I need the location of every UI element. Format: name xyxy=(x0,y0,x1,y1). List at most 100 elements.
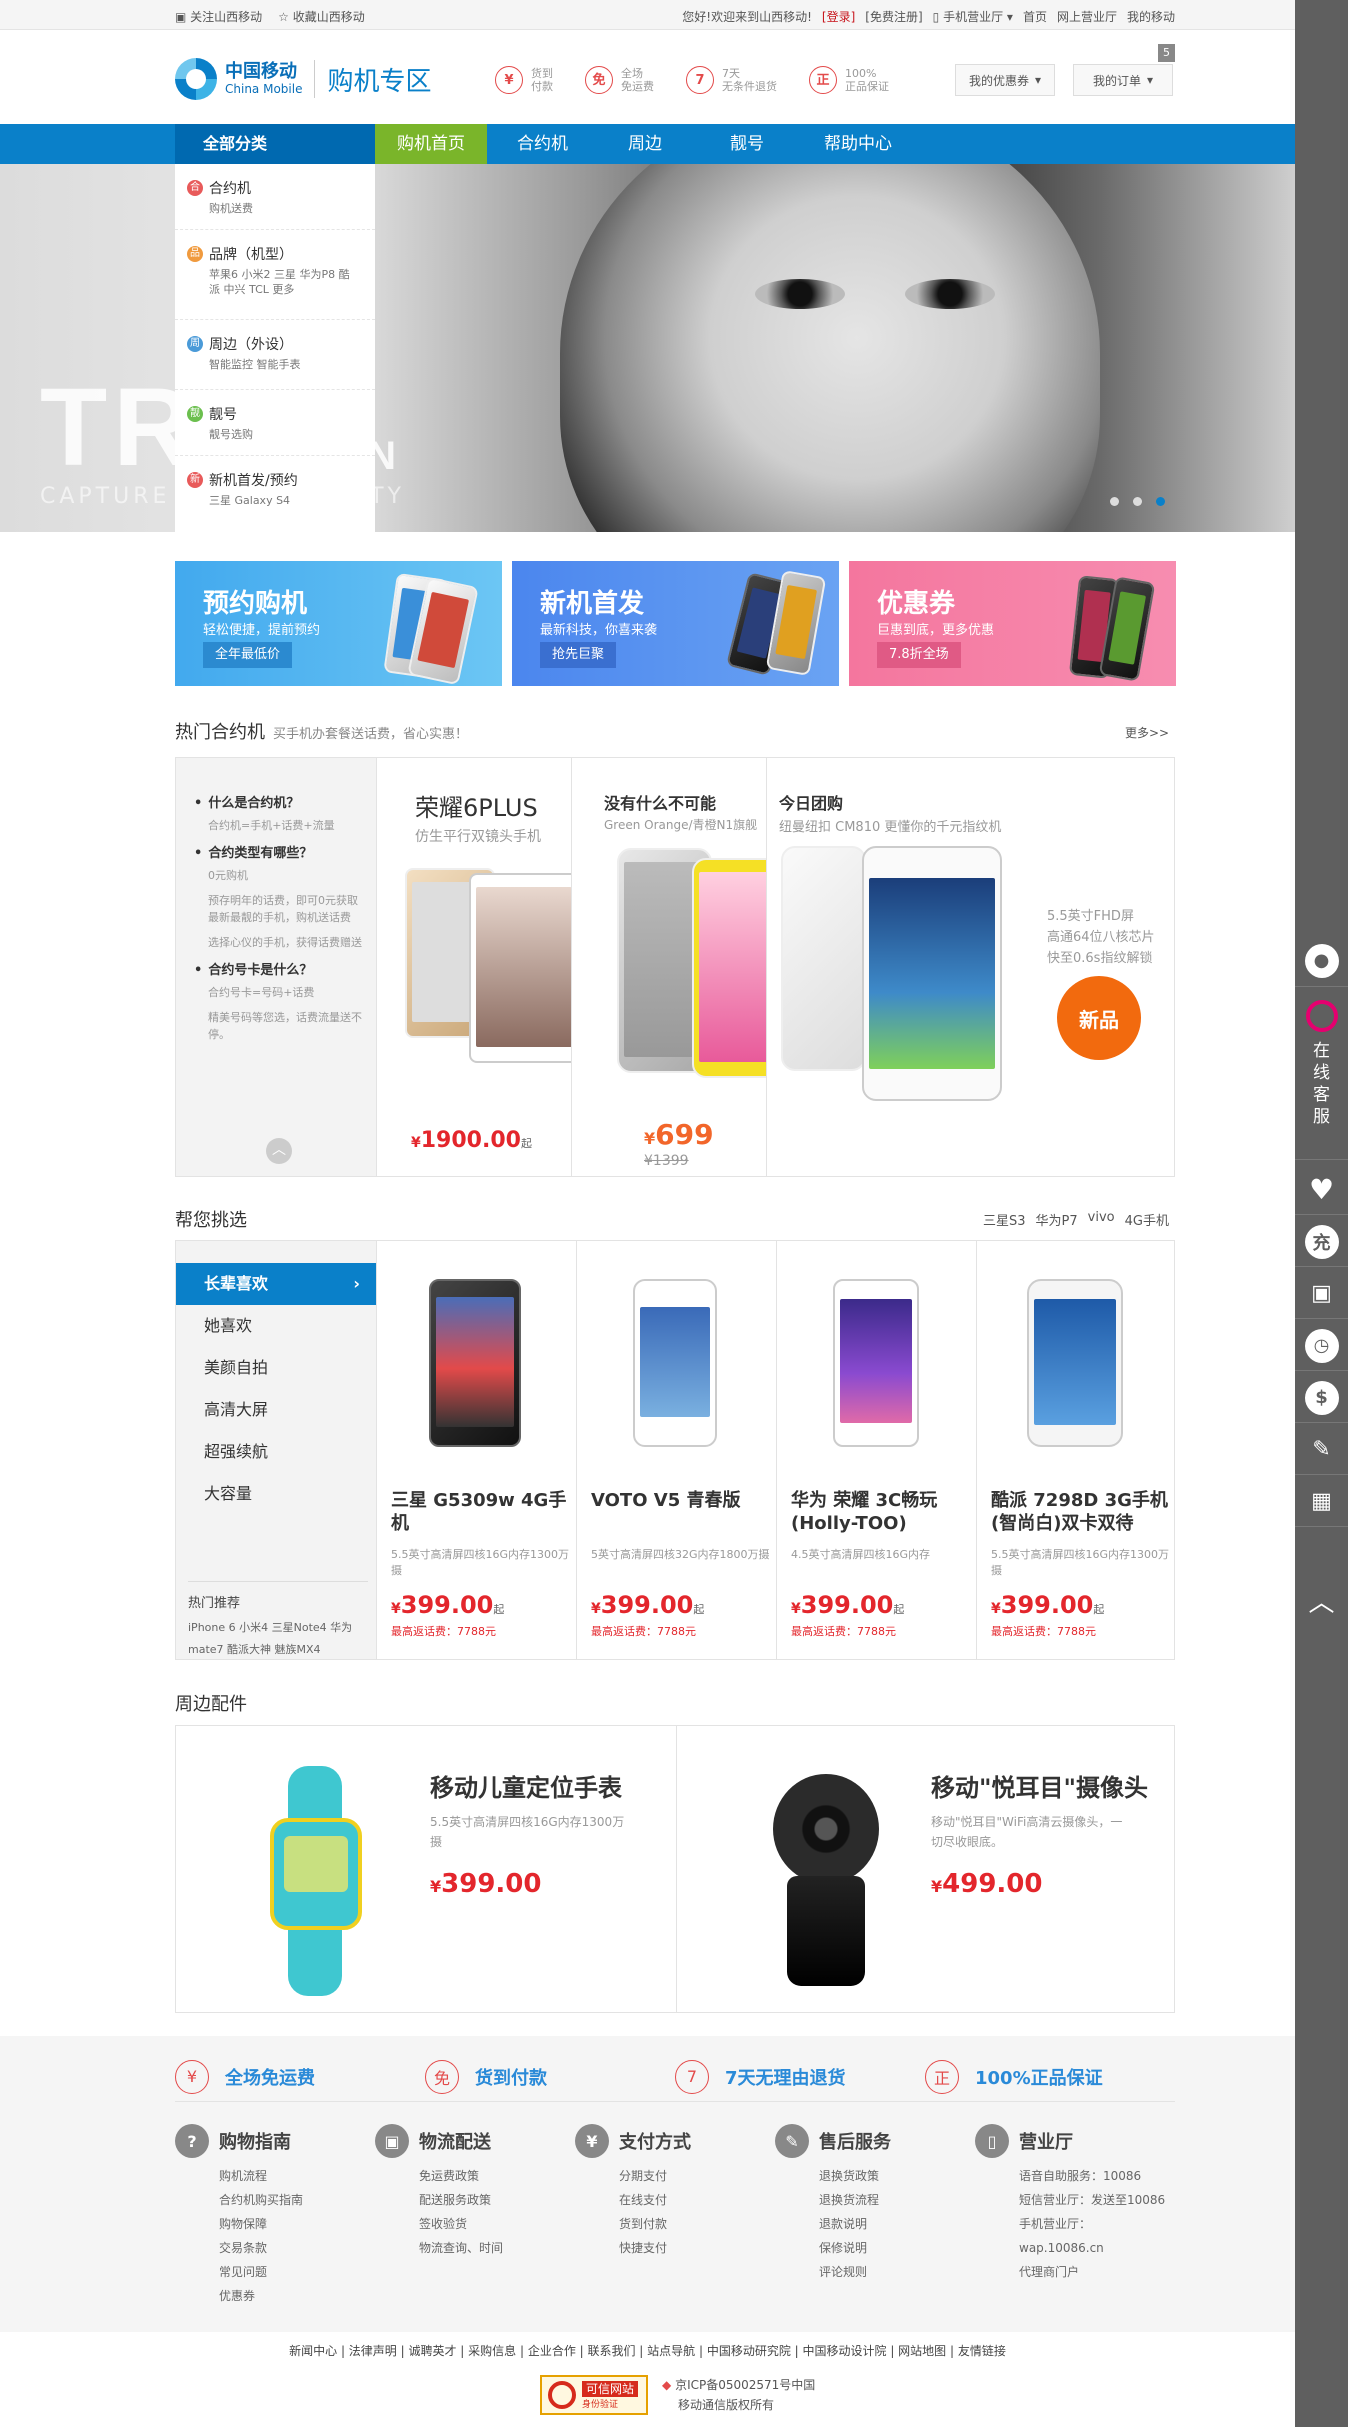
help-link[interactable]: 分期支付 xyxy=(619,2164,775,2188)
nav-help[interactable]: 帮助中心 xyxy=(802,124,914,164)
edit-icon[interactable]: ✎ xyxy=(1295,1425,1348,1475)
nav-home[interactable]: 购机首页 xyxy=(375,124,487,164)
category-item-peripherals[interactable]: 周 周边（外设） 智能监控 智能手表 xyxy=(175,320,375,390)
online-hall-link[interactable]: 网上营业厅 xyxy=(1057,8,1117,25)
category-item-brand[interactable]: 品 品牌（机型） 苹果6 小米2 三星 华为P8 酷派 中兴 TCL 更多 xyxy=(175,230,375,320)
pick-tag[interactable]: 华为P7 xyxy=(1036,1210,1078,1229)
logo-icon xyxy=(175,58,217,100)
help-link[interactable]: 签收验货 xyxy=(419,2212,575,2236)
china-mobile-logo[interactable]: 中国移动 China Mobile 购机专区 xyxy=(175,58,431,100)
help-link[interactable]: 快捷支付 xyxy=(619,2236,775,2260)
register-link[interactable]: [免费注册] xyxy=(865,8,922,25)
shield-icon: ◆ xyxy=(662,2378,672,2392)
back-to-top-icon[interactable]: ︿ xyxy=(1295,1575,1348,1625)
help-link[interactable]: 物流查询、时间 xyxy=(419,2236,575,2260)
recharge-icon[interactable]: 充 xyxy=(1295,1217,1348,1267)
heart-icon[interactable]: ♥ xyxy=(1295,1165,1348,1215)
home-link[interactable]: 首页 xyxy=(1023,8,1047,25)
pick-tab-selfie[interactable]: 美颜自拍 xyxy=(176,1347,376,1389)
accessory-card-camera[interactable]: 移动"悦耳目"摄像头 移动"悦耳目"WiFi高清云摄像头，一切尽收眼底。 ¥49… xyxy=(676,1726,1176,2012)
guarantee-genuine: 正 100%正品保证 xyxy=(925,2052,1175,2101)
help-link[interactable]: 短信营业厅：发送至10086 xyxy=(1019,2188,1175,2212)
help-link[interactable]: 交易条款 xyxy=(219,2236,375,2260)
help-link[interactable]: 购物保障 xyxy=(219,2212,375,2236)
online-service-button[interactable]: 在 线 客 服 xyxy=(1295,990,1348,1160)
pick-tag[interactable]: 4G手机 xyxy=(1125,1210,1169,1229)
help-link[interactable]: 退换货政策 xyxy=(819,2164,975,2188)
follow-link[interactable]: ▣ 关注山西移动 xyxy=(175,8,262,25)
my-coupons-button[interactable]: 我的优惠券 ▾ xyxy=(955,64,1055,96)
help-link[interactable]: 配送服务政策 xyxy=(419,2188,575,2212)
product-card[interactable]: 酷派 7298D 3G手机(智尚白)双卡双待 5.5英寸高清屏四核16G内存13… xyxy=(976,1241,1176,1659)
new-phone-button[interactable]: 抢先巨聚 xyxy=(540,642,617,668)
help-link[interactable]: 合约机购买指南 xyxy=(219,2188,375,2212)
chat-icon[interactable]: ▣ xyxy=(1295,1269,1348,1319)
watch-image xyxy=(270,1818,362,1930)
help-link[interactable]: 常见问题 xyxy=(219,2260,375,2284)
chevron-up-icon[interactable]: ︿ xyxy=(266,1138,292,1164)
nav-contract[interactable]: 合约机 xyxy=(495,124,590,164)
my-mobile-link[interactable]: 我的移动 xyxy=(1127,8,1175,25)
pick-tag[interactable]: 三星S3 xyxy=(983,1210,1026,1229)
user-icon[interactable]: ● xyxy=(1295,935,1348,987)
hot-product-groupbuy[interactable]: 今日团购 纽曼纽扣 CM810 更懂你的千元指纹机 5.5英寸FHD屏 高通64… xyxy=(766,758,1174,1176)
promo-card-new[interactable]: 新机首发 最新科技，你喜来袭 抢先巨聚 xyxy=(512,561,839,686)
mobile-hall-link[interactable]: ▯ 手机营业厅 ▾ xyxy=(933,8,1013,25)
help-link[interactable]: 购机流程 xyxy=(219,2164,375,2188)
product-card[interactable]: 华为 荣耀 3C畅玩 (Holly-TOO) 4.5英寸高清屏四核16G内存 ¥… xyxy=(776,1241,976,1659)
phone-image xyxy=(862,846,1002,1101)
help-link[interactable]: 免运费政策 xyxy=(419,2164,575,2188)
category-item-numbers[interactable]: 靓 靓号 靓号选购 xyxy=(175,390,375,456)
pick-tab-bigscreen[interactable]: 高清大屏 xyxy=(176,1389,376,1431)
genuine-icon: 正 xyxy=(925,2059,959,2094)
main-nav: 全部分类 购机首页 合约机 周边 靓号 帮助中心 xyxy=(0,124,1295,164)
pick-tab-elders[interactable]: 长辈喜欢 › xyxy=(176,1263,376,1305)
hot-more-link[interactable]: 更多>> xyxy=(1125,724,1169,741)
help-link[interactable]: 货到付款 xyxy=(619,2212,775,2236)
coupon-button[interactable]: 7.8折全场 xyxy=(877,642,961,668)
help-link[interactable]: 评论规则 xyxy=(819,2260,975,2284)
accessory-card-watch[interactable]: 移动儿童定位手表 5.5英寸高清屏四核16G内存1300万摄 ¥399.00 xyxy=(176,1726,676,2012)
help-link[interactable]: 退换货流程 xyxy=(819,2188,975,2212)
banner-dot[interactable] xyxy=(1110,497,1119,506)
all-categories-button[interactable]: 全部分类 xyxy=(175,124,375,164)
promo-card-coupon[interactable]: 优惠券 巨惠到底，更多优惠 7.8折全场 xyxy=(849,561,1176,686)
pick-tag[interactable]: vivo xyxy=(1088,1210,1115,1229)
preorder-button[interactable]: 全年最低价 xyxy=(203,642,293,668)
hot-product-honor6plus[interactable]: 荣耀6PLUS 仿生平行双镜头手机 ¥1900.00起 xyxy=(376,758,571,1176)
promo-card-preorder[interactable]: 预约购机 轻松便捷，提前预约 全年最低价 xyxy=(175,561,502,686)
qrcode-icon[interactable]: ▦ xyxy=(1295,1477,1348,1527)
nav-numbers[interactable]: 靓号 xyxy=(700,124,794,164)
banner-dot[interactable] xyxy=(1133,497,1142,506)
banner-eye xyxy=(755,279,845,309)
login-link[interactable]: [登录] xyxy=(822,8,855,25)
guarantees-bar: ¥ 全场免运费 免货到付款 7 7天无理由退货 正 100%正品保证 xyxy=(175,2052,1175,2102)
help-link[interactable]: 在线支付 xyxy=(619,2188,775,2212)
product-card[interactable]: 三星 G5309w 4G手机 5.5英寸高清屏四核16G内存1300万摄 ¥39… xyxy=(376,1241,576,1659)
help-link[interactable]: 代理商门户 xyxy=(1019,2260,1175,2284)
trusted-site-badge[interactable]: 可信网站 身份验证 xyxy=(540,2375,648,2415)
clock-icon[interactable]: ◷ xyxy=(1295,1321,1348,1371)
pick-tab-battery[interactable]: 超强续航 xyxy=(176,1431,376,1473)
seven-icon: 7 xyxy=(675,2059,709,2094)
category-item-new[interactable]: 新 新机首发/预约 三星 Galaxy S4 xyxy=(175,456,375,532)
help-link[interactable]: 语音自助服务：10086 xyxy=(1019,2164,1175,2188)
product-card[interactable]: VOTO V5 青春版 5英寸高清屏四核32G内存1800万摄 ¥399.00起… xyxy=(576,1241,776,1659)
pick-tab-storage[interactable]: 大容量 xyxy=(176,1473,376,1515)
icp-info: ◆ 京ICP备05002571号中国 移动通信版权所有 xyxy=(662,2378,816,2412)
pick-tab-her[interactable]: 她喜欢 xyxy=(176,1305,376,1347)
help-link[interactable]: 优惠券 xyxy=(219,2284,375,2308)
money-bag-icon[interactable]: $ xyxy=(1295,1373,1348,1423)
my-orders-button[interactable]: 我的订单 ▾ xyxy=(1073,64,1173,96)
help-link[interactable]: 保修说明 xyxy=(819,2236,975,2260)
help-link[interactable]: 手机营业厅：wap.10086.cn xyxy=(1019,2212,1175,2260)
category-item-contract[interactable]: 合 合约机 购机送费 xyxy=(175,164,375,230)
pick-section-title: 帮您挑选 xyxy=(175,1210,247,1231)
footer-links[interactable]: 新闻中心 | 法律声明 | 诚聘英才 | 采购信息 | 企业合作 | 联系我们 … xyxy=(0,2342,1295,2359)
favorite-link[interactable]: ☆ 收藏山西移动 xyxy=(278,8,365,25)
banner-dot-active[interactable] xyxy=(1156,497,1165,506)
nav-accessories[interactable]: 周边 xyxy=(598,124,692,164)
help-link[interactable]: 退款说明 xyxy=(819,2212,975,2236)
help-col-hall: ▯ 营业厅 语音自助服务：10086 短信营业厅：发送至10086 手机营业厅：w… xyxy=(975,2124,1175,2308)
hot-product-n1[interactable]: 没有什么不可能 Green Orange/青橙N1旗舰 ¥699 ¥1399 xyxy=(571,758,766,1176)
